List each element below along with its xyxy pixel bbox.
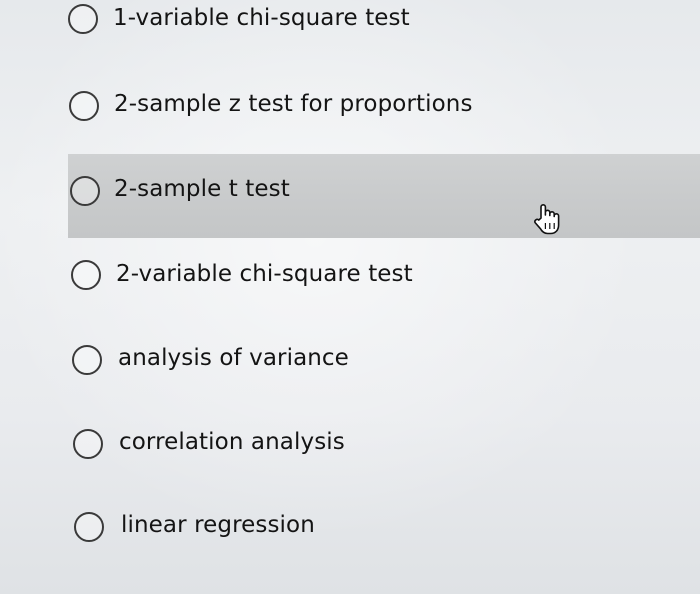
- option-label: linear regression: [121, 512, 315, 538]
- radio-button[interactable]: [68, 4, 98, 34]
- answer-options-list: 1-variable chi-square test 2-sample z te…: [0, 0, 700, 594]
- option-label: 1-variable chi-square test: [113, 5, 410, 31]
- option-label: 2-variable chi-square test: [116, 261, 413, 287]
- option-linear-regression[interactable]: linear regression: [0, 485, 700, 569]
- option-2-variable-chi-square-test[interactable]: 2-variable chi-square test: [0, 233, 700, 317]
- option-2-sample-z-test-for-proportions[interactable]: 2-sample z test for proportions: [0, 64, 700, 148]
- radio-button[interactable]: [69, 91, 99, 121]
- radio-button[interactable]: [72, 345, 102, 375]
- hand-pointer-icon: [534, 204, 560, 235]
- option-2-sample-t-test[interactable]: 2-sample t test: [68, 154, 700, 238]
- option-label: 2-sample z test for proportions: [114, 91, 473, 117]
- option-label: correlation analysis: [119, 429, 345, 455]
- radio-button[interactable]: [73, 429, 103, 459]
- option-correlation-analysis[interactable]: correlation analysis: [0, 401, 700, 485]
- option-label: 2-sample t test: [114, 176, 290, 202]
- option-1-variable-chi-square-test[interactable]: 1-variable chi-square test: [0, 0, 700, 62]
- option-analysis-of-variance[interactable]: analysis of variance: [0, 317, 700, 401]
- radio-button[interactable]: [70, 176, 100, 206]
- option-label: analysis of variance: [118, 345, 349, 371]
- radio-button[interactable]: [71, 260, 101, 290]
- radio-button[interactable]: [74, 512, 104, 542]
